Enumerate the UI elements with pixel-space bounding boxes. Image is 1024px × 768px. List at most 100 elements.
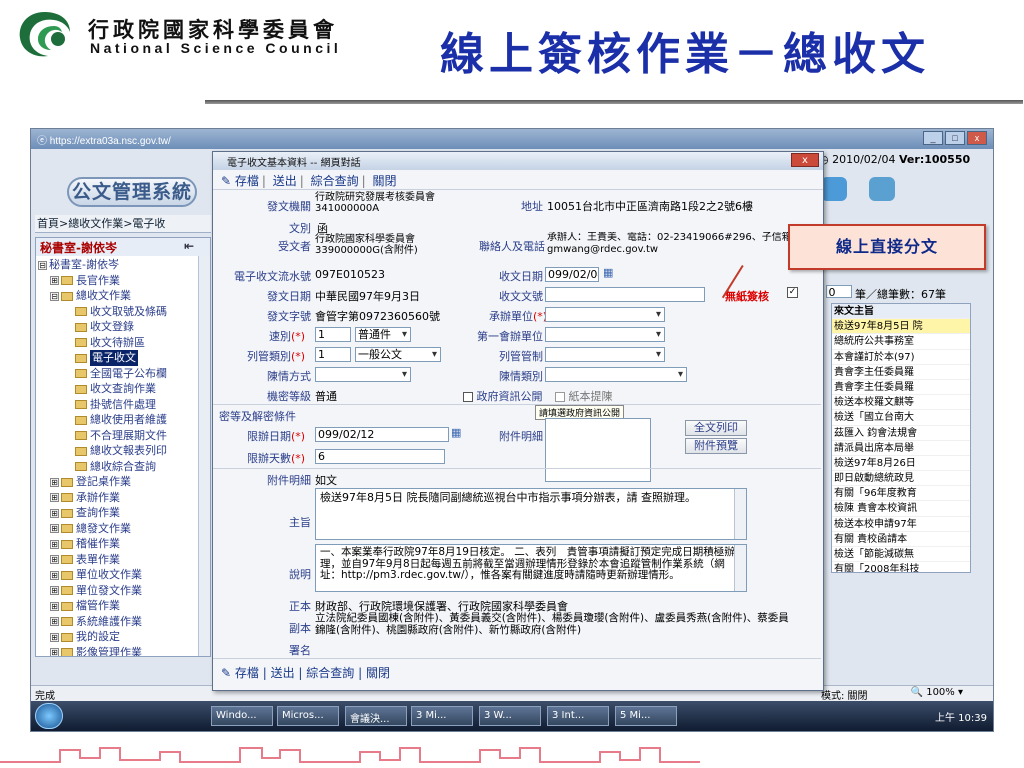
taskbar-item[interactable]: Windo... [211, 706, 273, 726]
list-item[interactable]: 茲匯入 鈞會法規會 [832, 426, 970, 441]
list-item[interactable]: 總統府公共事務室 [832, 334, 970, 350]
expand-toggle-icon[interactable]: ⊟ [50, 291, 59, 301]
close-link[interactable]: 關閉 [373, 174, 397, 188]
tree-item[interactable]: ⊞ 系統維護作業 [38, 614, 208, 630]
tree-item[interactable]: 收文取號及條碼 [38, 304, 208, 320]
list-item[interactable]: 即日啟動總統政見 [832, 471, 970, 487]
save-link-bottom[interactable]: 存檔 [235, 666, 259, 680]
taskbar-item[interactable]: 會議決... [345, 706, 407, 726]
tree-item[interactable]: ⊞ 我的設定 [38, 629, 208, 645]
due-calendar-icon[interactable]: ▦ [451, 426, 461, 439]
tree-item[interactable]: 總收文報表列印 [38, 443, 208, 459]
list-item[interactable]: 檢送本校羅文麒等 [832, 395, 970, 411]
desc-scrollbar[interactable] [734, 545, 746, 591]
tree-item[interactable]: 總收綜合查詢 [38, 459, 208, 475]
close-button[interactable]: x [967, 131, 987, 145]
tree-item[interactable]: ⊞ 單位收文作業 [38, 567, 208, 583]
subject-scrollbar[interactable] [734, 489, 746, 539]
taskbar-item[interactable]: 3 Mi... [411, 706, 473, 726]
expand-toggle-icon[interactable]: ⊞ [50, 477, 59, 487]
mail-icon[interactable] [869, 177, 895, 201]
handle-unit-select[interactable] [545, 307, 665, 322]
breadcrumb[interactable]: 首頁>總收文作業>電子收 [35, 215, 211, 233]
list-item[interactable]: 檢送97年8月26日 [832, 456, 970, 472]
tree-item[interactable]: ⊞ 長官作業 [38, 273, 208, 289]
taskbar-item[interactable]: 3 W... [479, 706, 541, 726]
tree-item[interactable]: 收文查詢作業 [38, 381, 208, 397]
list-item[interactable]: 請派員出席本局舉 [832, 441, 970, 456]
attach-preview-button[interactable]: 附件預覽 [685, 438, 747, 454]
tree-item[interactable]: 掛號信件處理 [38, 397, 208, 413]
sidebar-scrollbar[interactable] [198, 256, 210, 656]
expand-toggle-icon[interactable]: ⊞ [50, 570, 59, 580]
tree-item[interactable]: ⊞ 總發文作業 [38, 521, 208, 537]
tree-item[interactable]: ⊞ 承辦作業 [38, 490, 208, 506]
tree-item[interactable]: 全國電子公布欄 [38, 366, 208, 382]
first-unit-select[interactable] [545, 327, 665, 342]
taskbar-item[interactable]: Micros... [277, 706, 339, 726]
app-banner[interactable]: 公文管理系統 [67, 177, 197, 207]
desc-textarea[interactable]: 一、本案業奉行政院97年8月19日核定。 二、表列 貴管事項請擬訂預定完成日期積… [315, 544, 747, 592]
control-select[interactable] [545, 347, 665, 362]
expand-toggle-icon[interactable]: ⊞ [50, 555, 59, 564]
minimize-button[interactable]: _ [923, 131, 943, 145]
list-item[interactable]: 有關「96年度教育 [832, 486, 970, 502]
tree-item[interactable]: 電子收文 [38, 350, 208, 366]
tree-item[interactable]: ⊟ 總收文作業 [38, 288, 208, 304]
list-item[interactable]: 檢送「國立台南大 [832, 410, 970, 426]
tree-item[interactable]: ⊞ 查詢作業 [38, 505, 208, 521]
class-code-input[interactable]: 1 [315, 347, 351, 362]
taskbar-item[interactable]: 3 Int... [547, 706, 609, 726]
globe-icon[interactable] [821, 177, 847, 201]
gov-info-checkbox[interactable] [463, 392, 473, 402]
tree-item[interactable]: ⊞ 稽催作業 [38, 536, 208, 552]
expand-toggle-icon[interactable]: ⊟ [38, 260, 47, 270]
class-select[interactable]: 一般公文 [355, 347, 441, 362]
tree-item[interactable]: 收文登錄 [38, 319, 208, 335]
expand-toggle-icon[interactable]: ⊞ [50, 524, 59, 533]
petition-select[interactable] [315, 367, 411, 382]
tree-item[interactable]: ⊟ 秘書室-謝依岑 [38, 257, 208, 273]
expand-toggle-icon[interactable]: ⊞ [50, 276, 59, 285]
maximize-button[interactable]: □ [945, 131, 965, 145]
speed-code-input[interactable]: 1 [315, 327, 351, 342]
expand-toggle-icon[interactable]: ⊞ [50, 648, 59, 656]
recv-date-input[interactable]: 099/02/04 [545, 267, 599, 282]
query-link-bottom[interactable]: 綜合查詢 [306, 666, 354, 680]
list-item[interactable]: 檢送97年8月5日 院 [832, 319, 970, 335]
browser-url[interactable]: https://extra03a.nsc.gov.tw/ [50, 136, 171, 147]
calendar-icon[interactable]: ▦ [603, 266, 613, 279]
taskbar-item[interactable]: 5 Mi... [615, 706, 677, 726]
send-link-bottom[interactable]: 送出 [271, 666, 295, 680]
list-item[interactable]: 本會謹訂於本(97) [832, 350, 970, 365]
query-link[interactable]: 綜合查詢 [311, 174, 359, 188]
recv-no-input[interactable] [545, 287, 705, 302]
expand-toggle-icon[interactable]: ⊞ [50, 632, 59, 642]
tree-item[interactable]: ⊞ 單位發文作業 [38, 583, 208, 599]
expand-toggle-icon[interactable]: ⊞ [50, 493, 59, 502]
list-item[interactable]: 貴會李主任委員羅 [832, 380, 970, 396]
tree-item[interactable]: 總收使用者維護 [38, 412, 208, 428]
speed-select[interactable]: 普通件 [355, 327, 411, 342]
list-item[interactable]: 檢陳 貴會本校資訊 [832, 501, 970, 517]
tree-item[interactable]: 收文待辦區 [38, 335, 208, 351]
send-link[interactable]: 送出 [273, 174, 297, 188]
paperless-checkbox[interactable]: ✓ [787, 287, 798, 298]
list-item[interactable]: 有關「2008年科技 [832, 562, 970, 572]
save-link[interactable]: 存檔 [235, 174, 259, 188]
fulltext-print-button[interactable]: 全文列印 [685, 420, 747, 436]
count-input[interactable]: 0 [825, 285, 852, 298]
due-date-input[interactable]: 099/02/12 [315, 427, 449, 442]
expand-toggle-icon[interactable]: ⊞ [50, 586, 59, 595]
dialog-close-button[interactable]: x [791, 153, 819, 167]
attach-detail-box[interactable] [545, 418, 651, 482]
list-item[interactable]: 檢送本校申請97年 [832, 517, 970, 532]
gov-info-option[interactable]: 政府資訊公開 [463, 388, 543, 404]
list-item[interactable]: 貴會李主任委員羅 [832, 365, 970, 380]
list-item[interactable]: 有關 貴校函請本 [832, 532, 970, 547]
list-item[interactable]: 檢送「節能減碳無 [832, 547, 970, 563]
tree-item[interactable]: 不合理展期文件 [38, 428, 208, 444]
expand-toggle-icon[interactable]: ⊞ [50, 617, 59, 626]
start-button[interactable] [35, 703, 63, 729]
close-link-bottom[interactable]: 關閉 [366, 666, 390, 680]
